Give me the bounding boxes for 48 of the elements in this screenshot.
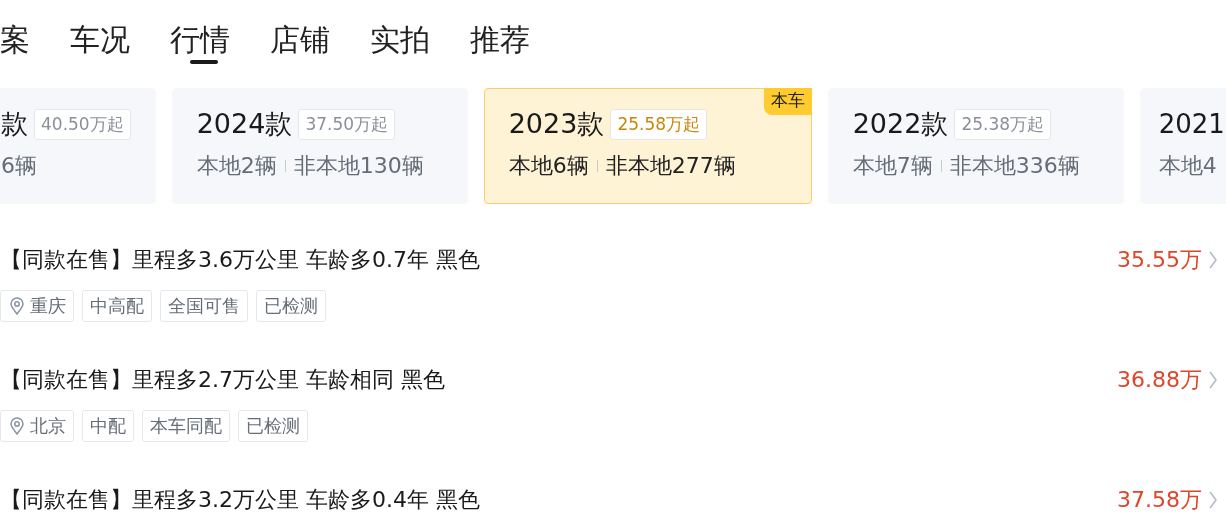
tab[interactable]: 实拍 — [370, 16, 430, 64]
model-year-card[interactable]: 2024款 37.50万起 本地2辆 非本地130辆 — [171, 88, 468, 204]
price-tag: 40.50万起 — [34, 108, 131, 140]
location-tag: 北京 — [0, 410, 74, 442]
listing-price: 35.55万 — [1117, 246, 1202, 274]
feature-tag: 中配 — [82, 410, 134, 442]
location-pin-icon — [8, 416, 26, 436]
tab[interactable]: 车况 — [70, 16, 130, 64]
price-tag: 37.50万起 — [298, 108, 396, 140]
feature-tag: 本车同配 — [142, 410, 230, 442]
model-year-card[interactable]: 2023款 25.58万起 本地6辆 非本地277辆 本车 — [483, 88, 812, 204]
tab[interactable]: 店铺 — [270, 16, 330, 64]
stock-count: 本地2辆 — [196, 152, 277, 180]
listing-title[interactable]: 【同款在售】里程多3.6万公里 车龄多0.7年 黑色 — [0, 245, 480, 275]
chevron-right-icon — [1208, 490, 1218, 510]
model-year-card[interactable]: 2022款 25.38万起 本地7辆 非本地336辆 — [827, 88, 1124, 204]
model-year: 2023款 — [508, 107, 605, 141]
feature-tag: 中高配 — [82, 290, 152, 322]
stock-count: 本地6辆 — [508, 152, 589, 180]
location-tag: 重庆 — [0, 290, 74, 322]
stock-count: 6辆 — [1, 152, 37, 180]
model-year: 款 — [1, 107, 28, 141]
feature-tag: 已检测 — [238, 410, 308, 442]
chevron-right-icon — [1208, 250, 1218, 270]
listing-price: 37.58万 — [1117, 486, 1202, 514]
price-tag: 25.58万起 — [610, 108, 708, 140]
model-year-card[interactable]: 款 40.50万起 6辆 — [0, 88, 156, 204]
listing-title[interactable]: 【同款在售】里程多3.2万公里 车龄多0.4年 黑色 — [0, 485, 480, 515]
current-car-badge: 本车 — [763, 88, 812, 115]
tab[interactable]: 行情 — [170, 16, 230, 64]
model-year: 2022款 — [852, 107, 949, 141]
feature-tag: 全国可售 — [160, 290, 248, 322]
model-year-card[interactable]: 2021 本地4 — [1139, 88, 1226, 204]
location-pin-icon — [8, 296, 26, 316]
listing-price: 36.88万 — [1117, 366, 1202, 394]
model-year: 2024款 — [196, 107, 293, 141]
model-year: 2021 — [1158, 109, 1225, 139]
stock-count: 非本地130辆 — [293, 152, 424, 180]
feature-tag: 已检测 — [256, 290, 326, 322]
listing-title[interactable]: 【同款在售】里程多2.7万公里 车龄相同 黑色 — [0, 365, 445, 395]
price-tag: 25.38万起 — [954, 108, 1052, 140]
stock-count: 本地7辆 — [852, 152, 933, 180]
tab[interactable]: 推荐 — [470, 16, 530, 64]
stock-count: 本地4 — [1158, 152, 1217, 180]
stock-count: 非本地277辆 — [605, 152, 736, 180]
tab[interactable]: 案 — [0, 16, 30, 64]
chevron-right-icon — [1208, 370, 1218, 390]
stock-count: 非本地336辆 — [949, 152, 1080, 180]
